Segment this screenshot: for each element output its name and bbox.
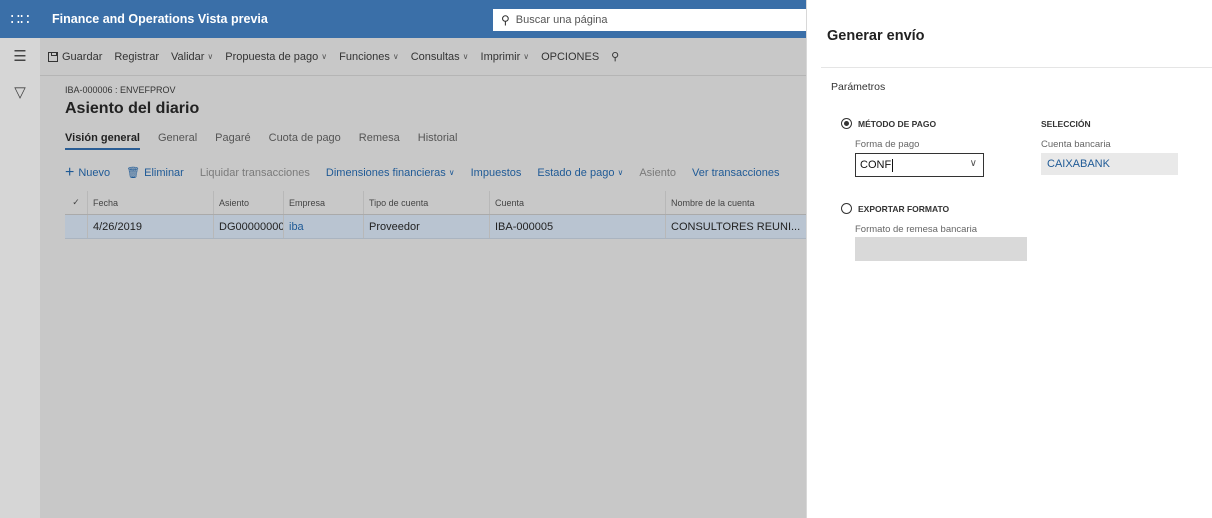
panel-divider <box>821 67 1212 68</box>
chevron-down-icon: ∨ <box>462 52 469 61</box>
tab-historial[interactable]: Historial <box>418 132 458 150</box>
tab-general[interactable]: General <box>158 132 197 150</box>
left-nav: ☰ ▽ <box>0 38 40 518</box>
cell-fecha[interactable]: 4/26/2019 <box>88 215 214 238</box>
cell-cuenta[interactable]: IBA-000005 <box>490 215 666 238</box>
estado-pago-menu[interactable]: Estado de pago ∨ <box>537 167 623 179</box>
formato-remesa-label: Formato de remesa bancaria <box>855 224 977 235</box>
chevron-down-icon: ∨ <box>392 52 399 61</box>
text-cursor <box>892 158 894 172</box>
app-launcher-icon[interactable]: ∷∷ <box>0 0 40 38</box>
radio-metodo-pago[interactable]: MÉTODO DE PAGO <box>841 118 936 129</box>
tab-vision-general[interactable]: Visión general <box>65 132 140 150</box>
opciones-button[interactable]: OPCIONES <box>541 51 599 63</box>
radio-selected-icon <box>841 118 852 129</box>
chevron-down-icon: ∨ <box>321 52 328 61</box>
trash-icon: 🗑 <box>126 167 141 179</box>
forma-pago-value: CONF <box>860 159 892 171</box>
select-all-checkbox[interactable]: ✓ <box>65 191 88 214</box>
seleccion-heading: SELECCIÓN <box>1041 119 1091 129</box>
plus-icon: + <box>65 163 75 181</box>
funciones-menu[interactable]: Funciones ∨ <box>339 51 399 63</box>
ver-transacciones-button[interactable]: Ver transacciones <box>692 167 779 179</box>
chevron-down-icon: ∨ <box>207 52 214 61</box>
propuesta-pago-menu[interactable]: Propuesta de pago ∨ <box>225 51 327 63</box>
hamburger-menu-icon[interactable]: ☰ <box>0 38 40 74</box>
cuenta-bancaria-value[interactable]: CAIXABANK <box>1041 153 1178 175</box>
formato-remesa-input <box>855 237 1027 261</box>
panel-title: Generar envío <box>827 28 925 44</box>
filter-icon[interactable]: ▽ <box>0 74 40 110</box>
validar-menu[interactable]: Validar ∨ <box>171 51 213 63</box>
eliminar-button[interactable]: 🗑 Eliminar <box>126 166 184 180</box>
tab-bar: Visión general General Pagaré Cuota de p… <box>65 132 476 150</box>
tab-pagare[interactable]: Pagaré <box>215 132 250 150</box>
nuevo-button[interactable]: + Nuevo <box>65 163 110 181</box>
cuenta-bancaria-label: Cuenta bancaria <box>1041 139 1111 150</box>
journal-grid: ✓ Fecha Asiento Empresa Tipo de cuenta C… <box>65 191 806 239</box>
forma-pago-label: Forma de pago <box>855 139 920 150</box>
radio-unselected-icon <box>841 203 852 214</box>
chevron-down-icon: ∨ <box>617 168 624 177</box>
save-icon <box>48 51 58 62</box>
col-header-asiento[interactable]: Asiento <box>214 191 284 214</box>
col-header-fecha[interactable]: Fecha <box>88 191 214 214</box>
col-header-nombre-cuenta[interactable]: Nombre de la cuenta <box>666 191 806 214</box>
table-row[interactable]: 4/26/2019 DG000000003 iba Proveedor IBA-… <box>65 215 806 239</box>
forma-pago-combobox[interactable]: CONF ∨ <box>855 153 984 177</box>
row-checkbox[interactable] <box>65 215 88 238</box>
imprimir-menu[interactable]: Imprimir ∨ <box>481 51 530 63</box>
chevron-down-icon: ∨ <box>523 52 530 61</box>
generar-envio-panel: Generar envío Parámetros MÉTODO DE PAGO … <box>806 0 1212 518</box>
main-content: Guardar Registrar Validar ∨ Propuesta de … <box>40 38 806 518</box>
search-placeholder: Buscar una página <box>515 14 608 26</box>
cell-tipo-cuenta[interactable]: Proveedor <box>364 215 490 238</box>
dimensiones-menu[interactable]: Dimensiones financieras ∨ <box>326 167 455 179</box>
page-title: Asiento del diario <box>65 100 200 117</box>
tab-cuota-pago[interactable]: Cuota de pago <box>269 132 341 150</box>
registrar-button[interactable]: Registrar <box>114 51 159 63</box>
search-input[interactable]: ⚲ Buscar una página <box>493 9 806 31</box>
save-button[interactable]: Guardar <box>48 51 102 63</box>
asiento-button[interactable]: Asiento <box>639 167 676 179</box>
top-bar: ∷∷ Finance and Operations Vista previa ⚲… <box>0 0 806 38</box>
col-header-tipo-cuenta[interactable]: Tipo de cuenta <box>364 191 490 214</box>
action-bar: Guardar Registrar Validar ∨ Propuesta de … <box>40 38 806 76</box>
chevron-down-icon: ∨ <box>448 168 455 177</box>
col-header-empresa[interactable]: Empresa <box>284 191 364 214</box>
cell-asiento[interactable]: DG000000003 <box>214 215 284 238</box>
col-header-cuenta[interactable]: Cuenta <box>490 191 666 214</box>
app-title[interactable]: Finance and Operations Vista previa <box>52 12 268 26</box>
action-search-icon[interactable]: ⚲ <box>611 50 619 63</box>
cell-nombre-cuenta[interactable]: CONSULTORES REUNI... <box>666 215 806 238</box>
impuestos-button[interactable]: Impuestos <box>471 167 522 179</box>
consultas-menu[interactable]: Consultas ∨ <box>411 51 469 63</box>
radio-exportar-formato[interactable]: EXPORTAR FORMATO <box>841 203 949 214</box>
grid-header: ✓ Fecha Asiento Empresa Tipo de cuenta C… <box>65 191 806 215</box>
search-icon: ⚲ <box>501 13 510 27</box>
chevron-down-icon[interactable]: ∨ <box>970 158 977 169</box>
cell-empresa-link[interactable]: iba <box>284 215 364 238</box>
breadcrumb: IBA-000006 : ENVEFPROV <box>65 85 176 95</box>
liquidar-button[interactable]: Liquidar transacciones <box>200 167 310 179</box>
grid-action-bar: + Nuevo 🗑 Eliminar Liquidar transaccione… <box>65 163 795 181</box>
section-parametros: Parámetros <box>831 81 886 93</box>
tab-remesa[interactable]: Remesa <box>359 132 400 150</box>
